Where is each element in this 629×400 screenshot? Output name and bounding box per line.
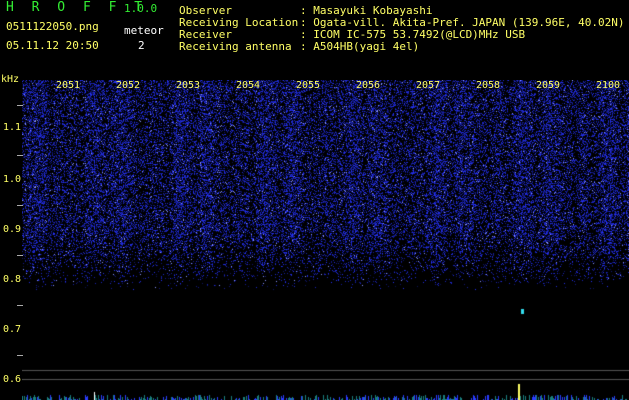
- antenna-label: Receiving antenna: [179, 40, 292, 53]
- y-axis-unit: kHz: [1, 74, 20, 85]
- spectrogram: [22, 80, 629, 400]
- x-tick-label: 2056: [356, 80, 381, 91]
- x-tick-label: 2100: [596, 80, 621, 91]
- y-tick-label: 0.9: [3, 224, 22, 235]
- x-tick-label: 2053: [176, 80, 201, 91]
- y-minor-tick: [17, 355, 23, 356]
- meteor-label: meteor: [124, 24, 164, 37]
- y-minor-tick: [17, 155, 23, 156]
- antenna-value: : A504HB(yagi 4el): [300, 40, 420, 53]
- x-tick-label: 2054: [236, 80, 261, 91]
- y-minor-tick: [17, 305, 23, 306]
- app-version: 1.0.0: [124, 2, 158, 15]
- y-minor-tick: [17, 255, 23, 256]
- x-tick-label: 2055: [296, 80, 321, 91]
- y-tick-label: 0.8: [3, 274, 22, 285]
- y-tick-label: 0.7: [3, 324, 22, 335]
- x-tick-label: 2058: [476, 80, 501, 91]
- y-tick-label: 0.6: [3, 374, 22, 385]
- y-tick-label: 1.1: [3, 122, 22, 133]
- x-tick-label: 2051: [56, 80, 81, 91]
- file-name: 0511122050.png: [6, 20, 99, 33]
- observation-datetime: 05.11.12 20:50: [6, 39, 99, 52]
- meteor-count: 2: [138, 39, 145, 52]
- x-tick-label: 2059: [536, 80, 561, 91]
- x-tick-label: 2052: [116, 80, 141, 91]
- y-minor-tick: [17, 205, 23, 206]
- y-minor-tick: [17, 105, 23, 106]
- x-tick-label: 2057: [416, 80, 441, 91]
- y-tick-label: 1.0: [3, 174, 22, 185]
